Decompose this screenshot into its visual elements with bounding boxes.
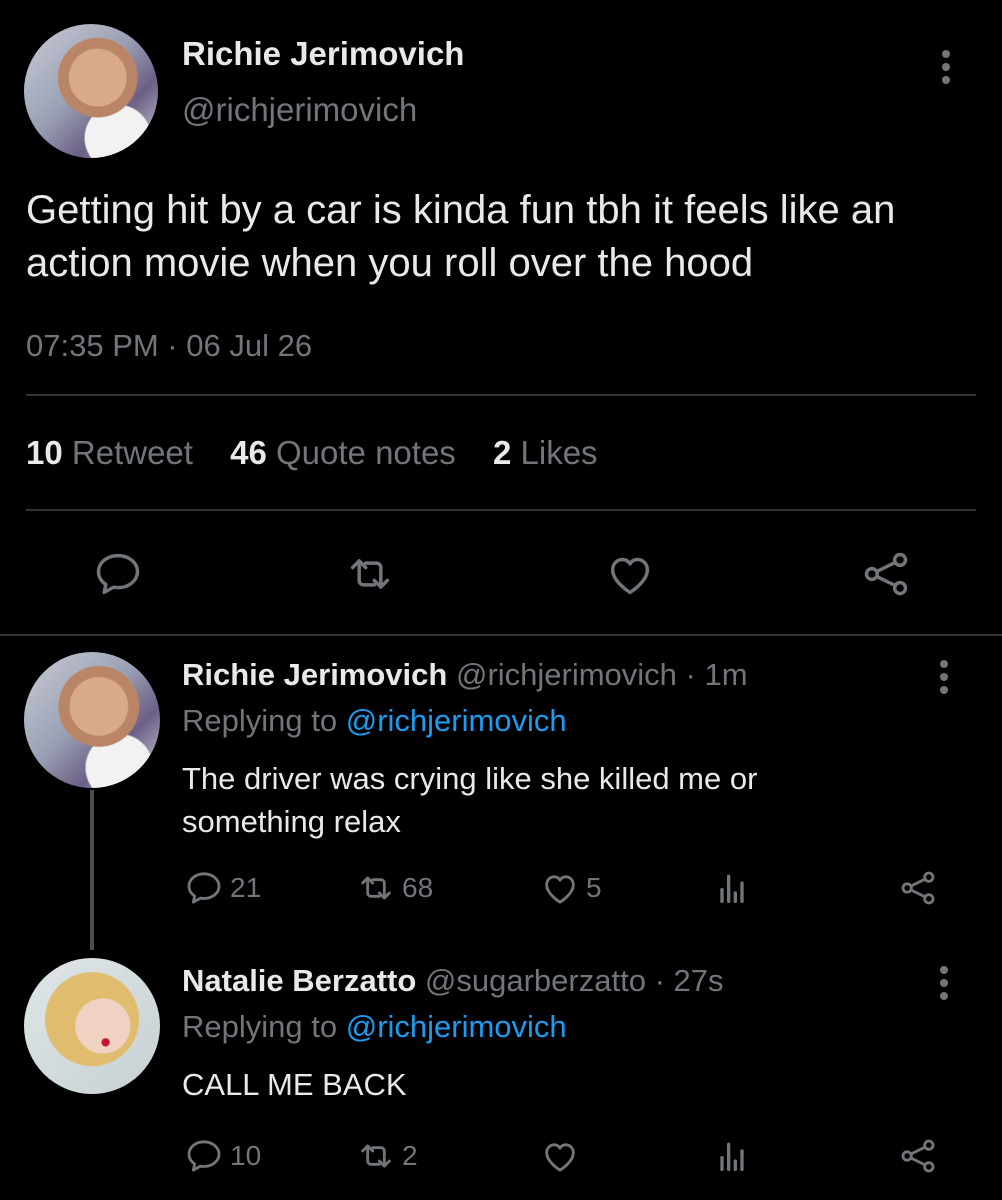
reply-button[interactable]: 10	[184, 1136, 261, 1176]
retweet-button[interactable]: 2	[356, 1136, 418, 1176]
retweet-count: 68	[402, 872, 434, 903]
retweet-count: 10	[26, 434, 63, 471]
views-button[interactable]	[712, 1136, 758, 1176]
retweet-label: Retweet	[71, 434, 193, 471]
author-name[interactable]: Richie Jerimovich	[182, 35, 464, 73]
reply-time[interactable]: · 1m	[686, 657, 748, 692]
reply-avatar[interactable]	[24, 652, 160, 788]
share-icon	[901, 871, 935, 905]
reply-author-handle[interactable]: @sugarberzatto	[425, 963, 646, 998]
retweet-icon	[361, 1144, 391, 1168]
quote-label: Quote notes	[276, 434, 456, 471]
likes-count: 2	[492, 434, 512, 471]
retweet-button[interactable]: 68	[356, 868, 433, 908]
reply-author-name[interactable]: Natalie Berzatto	[182, 963, 416, 998]
more-icon[interactable]	[940, 50, 952, 90]
reply-icon	[187, 872, 221, 904]
like-count: 5	[586, 872, 602, 903]
author-handle[interactable]: @richjerimovich	[182, 91, 417, 129]
replying-to-link[interactable]: @richjerimovich	[346, 1009, 567, 1044]
share-button[interactable]	[898, 1136, 944, 1176]
replying-to: Replying to @richjerimovich	[182, 1009, 567, 1045]
replying-to-link[interactable]: @richjerimovich	[346, 703, 567, 738]
quote-count: 46	[230, 434, 267, 471]
tweet-stats: 10 Retweet 46 Quote notes 2 Likes	[26, 434, 626, 472]
tweet-text: Getting hit by a car is kinda fun tbh it…	[26, 188, 896, 285]
share-icon[interactable]	[860, 548, 912, 600]
reply-text: The driver was crying like she killed me…	[182, 761, 758, 839]
retweet-stat[interactable]: 10 Retweet	[26, 434, 193, 471]
reply-header: Richie Jerimovich @richjerimovich · 1m	[182, 657, 748, 693]
retweet-icon[interactable]	[344, 548, 396, 600]
reply-button[interactable]: 21	[184, 868, 261, 908]
views-button[interactable]	[712, 868, 758, 908]
more-icon[interactable]	[938, 660, 950, 700]
more-icon[interactable]	[938, 966, 950, 1006]
reply-icon[interactable]	[92, 548, 144, 600]
like-button[interactable]	[540, 1136, 586, 1176]
views-icon	[720, 1142, 744, 1171]
reply-count: 10	[230, 1140, 262, 1171]
share-button[interactable]	[898, 868, 944, 908]
reply-text: CALL ME BACK	[182, 1067, 407, 1102]
likes-label: Likes	[520, 434, 598, 471]
reply-icon	[187, 1140, 221, 1172]
share-icon	[901, 1139, 935, 1173]
reply-time[interactable]: · 27s	[655, 963, 724, 998]
like-icon	[545, 875, 575, 904]
thread-line	[90, 790, 94, 950]
like-icon	[545, 1143, 575, 1172]
reply-avatar[interactable]	[24, 958, 160, 1094]
replying-prefix: Replying to	[182, 703, 338, 738]
like-button[interactable]: 5	[540, 868, 602, 908]
tweet-timestamp[interactable]: 07:35 PM · 06 Jul 26	[26, 328, 312, 364]
replying-to: Replying to @richjerimovich	[182, 703, 567, 739]
divider	[26, 394, 976, 396]
reply-header: Natalie Berzatto @sugarberzatto · 27s	[182, 963, 724, 999]
retweet-count: 2	[402, 1140, 418, 1171]
like-icon[interactable]	[604, 548, 656, 600]
reply-count: 21	[230, 872, 262, 903]
views-icon	[720, 874, 744, 903]
divider	[26, 509, 976, 511]
reply-author-handle[interactable]: @richjerimovich	[456, 657, 677, 692]
retweet-icon	[361, 876, 391, 900]
reply-author-name[interactable]: Richie Jerimovich	[182, 657, 447, 692]
replying-prefix: Replying to	[182, 1009, 338, 1044]
quote-stat[interactable]: 46 Quote notes	[230, 434, 456, 471]
likes-stat[interactable]: 2 Likes	[493, 434, 598, 471]
author-avatar[interactable]	[24, 24, 158, 158]
divider	[0, 634, 1002, 636]
